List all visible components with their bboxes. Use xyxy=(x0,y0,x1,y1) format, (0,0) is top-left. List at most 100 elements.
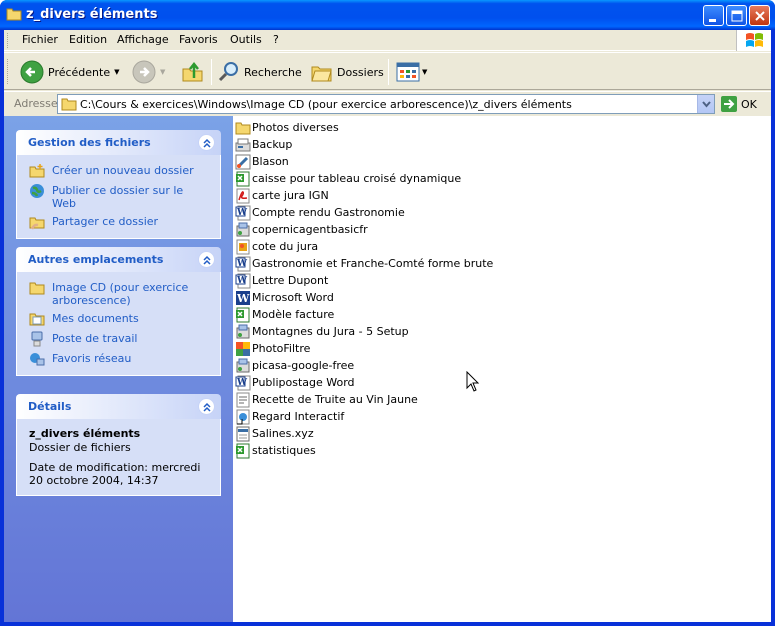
file-item[interactable]: carte jura IGN xyxy=(235,187,329,204)
views-icon xyxy=(396,62,420,82)
back-dropdown-icon[interactable]: ▼ xyxy=(114,68,119,76)
window-title: z_divers éléments xyxy=(26,7,158,22)
standard-toolbar: Précédente ▼ ▼ Recherche Dossiers ▼ xyxy=(4,52,771,90)
paint-icon xyxy=(235,154,251,169)
mouse-cursor-icon xyxy=(466,371,480,392)
file-item[interactable]: W Microsoft Word xyxy=(235,289,334,306)
windows-logo xyxy=(736,30,771,51)
collapse-button[interactable] xyxy=(198,251,215,268)
details-title: Détails xyxy=(28,400,72,413)
address-bar: Adresse C:\Cours & exercices\Windows\Ima… xyxy=(4,91,771,115)
task-share-folder[interactable]: Partager ce dossier xyxy=(29,214,210,230)
up-folder-button[interactable] xyxy=(182,58,204,86)
toolbar-grip[interactable] xyxy=(7,59,10,84)
svg-text:W: W xyxy=(236,292,250,305)
collapse-button[interactable] xyxy=(198,134,215,151)
minimize-button[interactable] xyxy=(703,5,724,26)
file-item[interactable]: W Lettre Dupont xyxy=(235,272,328,289)
file-item[interactable]: Salines.xyz xyxy=(235,425,314,442)
go-label: OK xyxy=(741,97,757,111)
menu-affichage[interactable]: Affichage xyxy=(115,33,171,46)
toolbar-separator xyxy=(388,59,389,85)
details-body: z_divers éléments Dossier de fichiers Da… xyxy=(16,419,221,496)
other-places-title: Autres emplacements xyxy=(28,253,164,266)
address-field[interactable]: C:\Cours & exercices\Windows\Image CD (p… xyxy=(57,94,715,114)
menu-grip[interactable] xyxy=(7,33,10,48)
views-button[interactable]: ▼ xyxy=(396,58,427,86)
up-folder-icon xyxy=(182,61,203,82)
place-image-cd[interactable]: Image CD (pour exercice arborescence) xyxy=(29,280,210,307)
file-item[interactable]: statistiques xyxy=(235,442,316,459)
file-name: Backup xyxy=(252,138,293,151)
client-area: Fichier Edition Affichage Favoris Outils… xyxy=(4,30,771,622)
excel-icon xyxy=(236,443,250,458)
my-documents-icon xyxy=(29,313,45,326)
folder-icon xyxy=(6,8,22,21)
search-button[interactable]: Recherche xyxy=(218,58,302,86)
place-label: Image CD (pour exercice arborescence) xyxy=(52,281,189,307)
address-dropdown-button[interactable] xyxy=(697,95,714,113)
file-tasks-header[interactable]: Gestion des fichiers xyxy=(16,130,221,155)
file-name: Photos diverses xyxy=(252,121,339,134)
file-name: carte jura IGN xyxy=(252,189,329,202)
close-icon xyxy=(755,11,765,21)
word-icon: W xyxy=(235,205,251,220)
file-item[interactable]: Photos diverses xyxy=(235,119,339,136)
menu-outils[interactable]: Outils xyxy=(228,33,264,46)
other-places-body: Image CD (pour exercice arborescence) Me… xyxy=(16,272,221,376)
file-item[interactable]: caisse pour tableau croisé dynamique xyxy=(235,170,461,187)
menu-fichier[interactable]: Fichier xyxy=(20,33,60,46)
place-my-documents[interactable]: Mes documents xyxy=(29,311,210,327)
chevron-up-icon xyxy=(203,138,211,148)
menu-favoris[interactable]: Favoris xyxy=(177,33,220,46)
my-computer-icon xyxy=(31,331,43,347)
file-item[interactable]: picasa-google-free xyxy=(235,357,354,374)
file-item[interactable]: cote du jura xyxy=(235,238,318,255)
file-item[interactable]: W Gastronomie et Franche-Comté forme brut… xyxy=(235,255,493,272)
close-button[interactable] xyxy=(749,5,770,26)
file-item[interactable]: copernicagentbasicfr xyxy=(235,221,368,238)
svg-text:W: W xyxy=(236,276,248,286)
file-name: Compte rendu Gastronomie xyxy=(252,206,405,219)
other-places-header[interactable]: Autres emplacements xyxy=(16,247,221,272)
folders-button[interactable]: Dossiers xyxy=(311,58,384,86)
file-item[interactable]: Backup xyxy=(235,136,292,153)
maximize-button[interactable] xyxy=(726,5,747,26)
place-network[interactable]: Favoris réseau xyxy=(29,351,210,367)
folders-label: Dossiers xyxy=(337,65,384,79)
file-name: PhotoFiltre xyxy=(252,342,311,355)
explorer-window: z_divers éléments Fichier Edition Affich… xyxy=(0,0,775,626)
menu-edition[interactable]: Edition xyxy=(67,33,109,46)
file-name: caisse pour tableau croisé dynamique xyxy=(252,172,462,185)
folder-icon xyxy=(235,122,251,134)
file-item[interactable]: PhotoFiltre xyxy=(235,340,310,357)
image-icon xyxy=(236,239,250,254)
collapse-button[interactable] xyxy=(198,398,215,415)
back-label: Précédente xyxy=(48,65,111,79)
forward-dropdown-icon[interactable]: ▼ xyxy=(160,68,165,76)
forward-button[interactable]: ▼ xyxy=(132,58,165,86)
file-item[interactable]: Regard Interactif xyxy=(235,408,344,425)
place-my-computer[interactable]: Poste de travail xyxy=(29,331,210,347)
chevron-down-icon xyxy=(702,101,711,108)
back-arrow-icon xyxy=(20,60,44,84)
file-item[interactable]: Recette de Truite au Vin Jaune xyxy=(235,391,418,408)
file-list[interactable]: Photos diverses Backup Blason caisse pour t… xyxy=(233,116,771,622)
file-item[interactable]: Modèle facture xyxy=(235,306,334,323)
views-dropdown-icon[interactable]: ▼ xyxy=(422,68,427,76)
details-header[interactable]: Détails xyxy=(16,394,221,419)
file-item[interactable]: Blason xyxy=(235,153,289,170)
svg-text:W: W xyxy=(236,378,248,388)
file-item[interactable]: Montagnes du Jura - 5 Setup xyxy=(235,323,409,340)
file-item[interactable]: W Publipostage Word xyxy=(235,374,355,391)
task-new-folder[interactable]: Créer un nouveau dossier xyxy=(29,163,210,179)
title-bar[interactable]: z_divers éléments xyxy=(0,0,775,30)
go-button[interactable]: OK xyxy=(720,95,757,113)
web-publish-icon xyxy=(30,184,44,198)
word-icon: W xyxy=(235,256,251,271)
chevron-up-icon xyxy=(203,255,211,265)
task-publish-web[interactable]: Publier ce dossier sur le Web xyxy=(29,183,210,210)
file-item[interactable]: W Compte rendu Gastronomie xyxy=(235,204,405,221)
menu-help[interactable]: ? xyxy=(271,33,281,46)
back-button[interactable]: Précédente ▼ xyxy=(20,58,120,86)
